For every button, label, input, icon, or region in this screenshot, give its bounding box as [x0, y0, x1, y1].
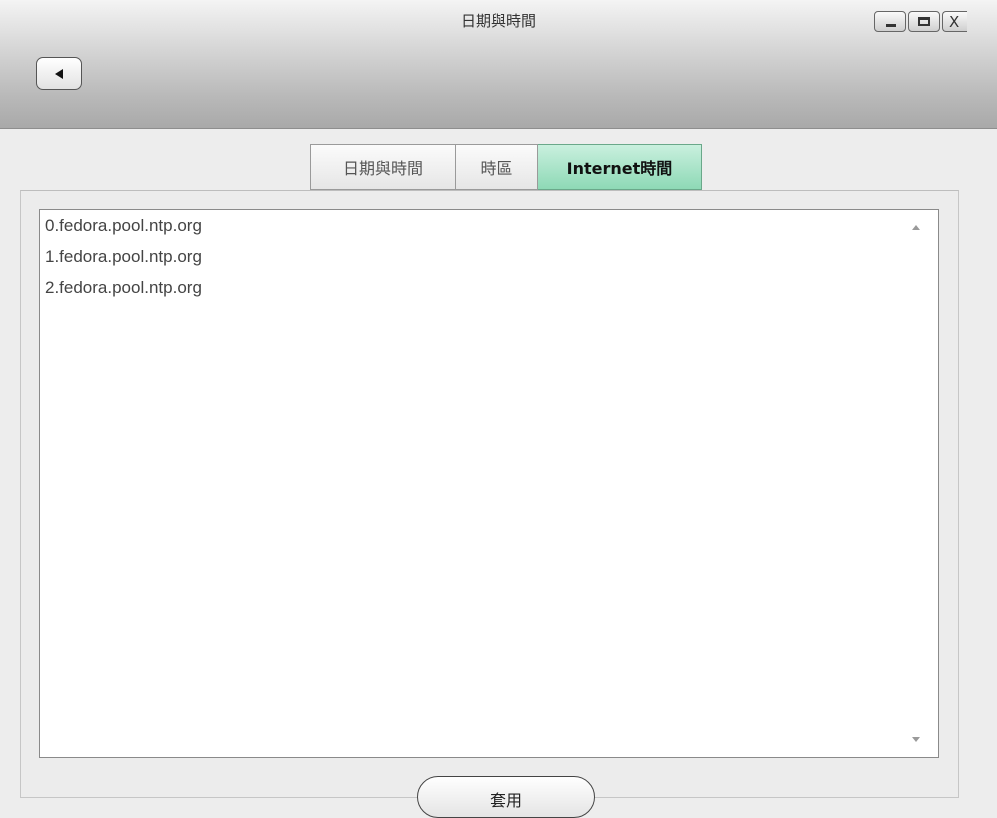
maximize-icon — [918, 17, 930, 26]
close-button[interactable]: X — [942, 11, 967, 32]
scroll-down-icon[interactable] — [912, 737, 920, 742]
window-controls: X — [874, 11, 967, 32]
close-icon: X — [949, 13, 960, 31]
back-button[interactable] — [36, 57, 82, 90]
minimize-icon — [886, 24, 896, 27]
maximize-button[interactable] — [908, 11, 940, 32]
ntp-server-list[interactable]: 0.fedora.pool.ntp.org 1.fedora.pool.ntp.… — [39, 209, 939, 758]
tab-date-time[interactable]: 日期與時間 — [310, 144, 456, 190]
tab-bar: 日期與時間 時區 Internet時間 — [310, 144, 702, 190]
apply-button[interactable]: 套用 — [417, 776, 595, 818]
tab-time-zone[interactable]: 時區 — [456, 144, 538, 190]
list-item[interactable]: 2.fedora.pool.ntp.org — [45, 278, 202, 298]
scroll-up-icon[interactable] — [912, 225, 920, 230]
back-arrow-icon — [55, 68, 63, 79]
window-title: 日期與時間 — [460, 12, 536, 30]
tab-internet-time[interactable]: Internet時間 — [538, 144, 702, 190]
title-bar: 日期與時間 X — [0, 0, 997, 129]
list-item[interactable]: 1.fedora.pool.ntp.org — [45, 247, 202, 267]
list-item[interactable]: 0.fedora.pool.ntp.org — [45, 216, 202, 236]
minimize-button[interactable] — [874, 11, 906, 32]
